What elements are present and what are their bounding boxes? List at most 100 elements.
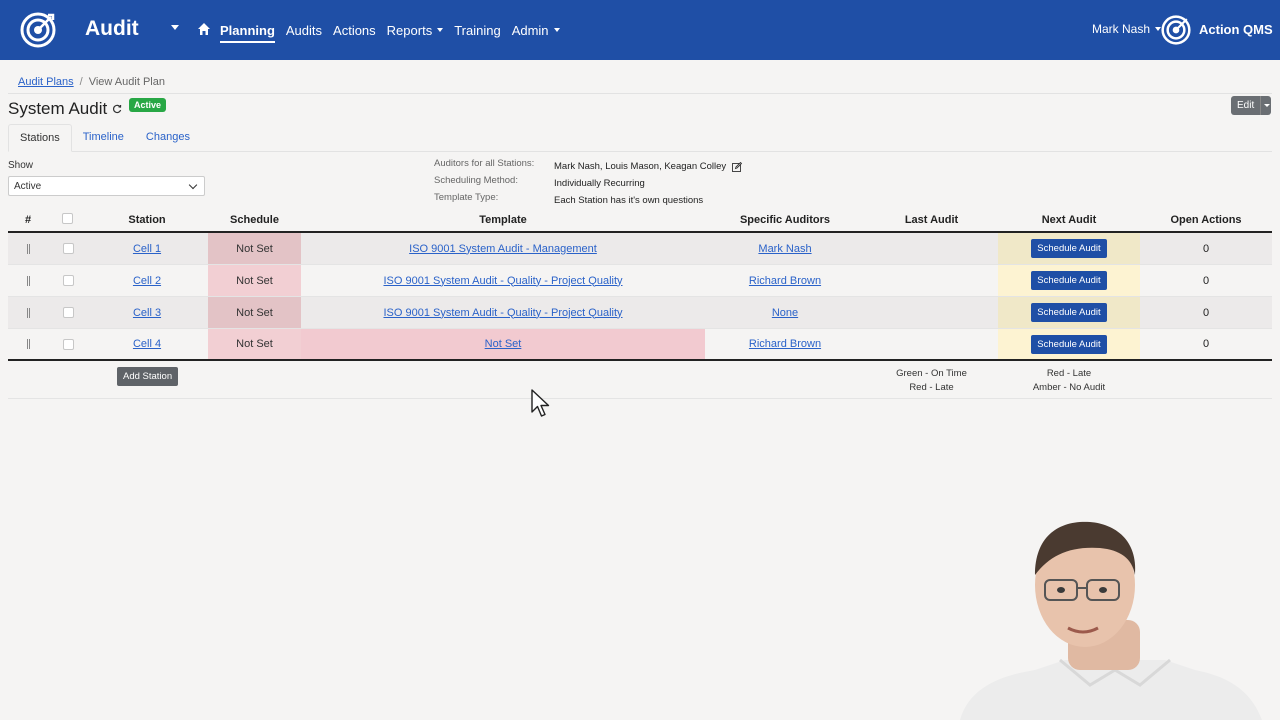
station-link[interactable]: Cell 2 <box>133 275 161 287</box>
info-key: Scheduling Method: <box>434 175 518 186</box>
breadcrumb-bar: Audit Plans / View Audit Plan <box>8 68 1272 94</box>
breadcrumb-current: View Audit Plan <box>88 76 165 88</box>
auditor-link[interactable]: Mark Nash <box>758 243 811 255</box>
col-last-audit: Last Audit <box>904 214 959 226</box>
col-next-audit: Next Audit <box>1041 214 1097 226</box>
drag-handle-icon[interactable] <box>22 297 34 328</box>
auditor-link[interactable]: Richard Brown <box>749 275 821 287</box>
schedule-cell[interactable]: Not Set <box>208 329 301 359</box>
last-audit-cell <box>865 329 998 359</box>
nav-planning-label: Planning <box>220 22 275 38</box>
station-link[interactable]: Cell 4 <box>133 338 161 350</box>
col-schedule: Schedule <box>230 214 279 226</box>
nav-training[interactable]: Training <box>454 0 500 60</box>
app-title[interactable]: Audit <box>85 17 139 41</box>
refresh-icon[interactable] <box>112 104 122 114</box>
status-badge: Active <box>129 98 167 112</box>
tab-stations[interactable]: Stations <box>8 124 72 152</box>
edit-button[interactable]: Edit <box>1231 96 1261 115</box>
open-actions-count: 0 <box>1202 242 1210 255</box>
schedule-cell[interactable]: Not Set <box>208 297 301 328</box>
row-checkbox[interactable] <box>62 297 74 328</box>
col-open-actions: Open Actions <box>1170 214 1242 226</box>
app-switcher-caret-icon[interactable] <box>171 25 179 30</box>
next-audit-cell: Schedule Audit <box>998 297 1140 328</box>
drag-handle-icon[interactable] <box>22 233 34 264</box>
user-name: Mark Nash <box>1092 22 1151 36</box>
open-actions-count: 0 <box>1202 306 1210 319</box>
legend-item: Red - Late <box>909 382 954 393</box>
last-audit-cell <box>865 297 998 328</box>
schedule-cell[interactable]: Not Set <box>208 233 301 264</box>
edit-pencil-icon[interactable] <box>732 161 743 172</box>
nav-audits-label: Audits <box>285 22 323 38</box>
col-number: # <box>24 214 32 226</box>
nav-admin-label: Admin <box>511 22 549 38</box>
info-key: Auditors for all Stations: <box>434 158 535 169</box>
tab-timeline[interactable]: Timeline <box>72 124 135 152</box>
show-filter-label: Show <box>8 160 34 171</box>
row-checkbox[interactable] <box>62 265 74 296</box>
schedule-audit-button[interactable]: Schedule Audit <box>1031 334 1107 354</box>
tab-changes[interactable]: Changes <box>135 124 201 152</box>
table-footer: Add Station Green - On Time Red - Late R… <box>8 361 1272 399</box>
legend-item: Green - On Time <box>896 368 967 379</box>
info-row-scheduling: Scheduling Method: Individually Recurrin… <box>434 175 742 192</box>
col-template: Template <box>479 214 527 226</box>
info-row-auditors: Auditors for all Stations: Mark Nash, Lo… <box>434 158 743 175</box>
schedule-audit-button[interactable]: Schedule Audit <box>1031 271 1107 290</box>
nav-reports-label: Reports <box>386 22 433 38</box>
template-link[interactable]: ISO 9001 System Audit - Quality - Projec… <box>383 275 622 287</box>
plan-info: Auditors for all Stations: Mark Nash, Lo… <box>434 158 743 209</box>
last-audit-cell <box>865 233 998 264</box>
station-link[interactable]: Cell 1 <box>133 243 161 255</box>
page-title-text: System Audit <box>8 99 108 118</box>
tab-bar: Stations Timeline Changes <box>8 124 1272 152</box>
schedule-cell[interactable]: Not Set <box>208 265 301 296</box>
col-specific-auditors: Specific Auditors <box>739 214 831 226</box>
open-actions-count: 0 <box>1202 338 1210 350</box>
nav-admin[interactable]: Admin <box>512 0 560 60</box>
table-row: Cell 3 Not Set ISO 9001 System Audit - Q… <box>8 297 1272 329</box>
auditor-link[interactable]: Richard Brown <box>749 338 821 350</box>
auditor-link[interactable]: None <box>772 307 798 319</box>
next-audit-legend: Red - Late Amber - No Audit <box>998 367 1140 395</box>
next-audit-cell: Schedule Audit <box>998 233 1140 264</box>
drag-handle-icon[interactable] <box>22 329 34 359</box>
edit-button-group: Edit <box>1231 96 1272 115</box>
row-checkbox[interactable] <box>62 329 74 359</box>
drag-handle-icon[interactable] <box>22 265 34 296</box>
page-title: System Audit <box>8 99 122 119</box>
presenter-webcam-overlay <box>960 521 1262 720</box>
open-actions-count: 0 <box>1202 274 1210 287</box>
template-link[interactable]: ISO 9001 System Audit - Management <box>409 243 597 255</box>
mouse-cursor-icon <box>531 389 550 417</box>
chevron-down-icon <box>188 180 198 190</box>
show-filter-select[interactable]: Active <box>8 176 205 196</box>
info-value: Mark Nash, Louis Mason, Keagan Colley <box>554 158 743 175</box>
row-checkbox[interactable] <box>62 233 74 264</box>
add-station-button[interactable]: Add Station <box>117 367 179 386</box>
nav-planning[interactable]: Planning <box>220 0 275 60</box>
template-link[interactable]: Not Set <box>485 338 522 350</box>
edit-dropdown-toggle[interactable] <box>1260 96 1272 115</box>
info-key: Template Type: <box>434 192 499 203</box>
info-row-template-type: Template Type: Each Station has it's own… <box>434 192 742 209</box>
select-all-checkbox[interactable] <box>62 213 73 224</box>
breadcrumb-audit-plans[interactable]: Audit Plans <box>18 76 74 88</box>
breadcrumb: Audit Plans / View Audit Plan <box>18 76 165 88</box>
user-menu[interactable]: Mark Nash <box>1092 22 1162 36</box>
show-filter-value: Active <box>14 181 42 192</box>
nav-actions[interactable]: Actions <box>333 0 376 60</box>
schedule-audit-button[interactable]: Schedule Audit <box>1031 303 1107 322</box>
top-navbar: Audit Planning Audits Actions Reports Tr… <box>0 0 1280 60</box>
nav-reports[interactable]: Reports <box>387 0 444 60</box>
home-icon[interactable] <box>197 22 211 36</box>
template-link[interactable]: ISO 9001 System Audit - Quality - Projec… <box>383 307 622 319</box>
schedule-audit-button[interactable]: Schedule Audit <box>1031 239 1107 258</box>
brand-name: Action QMS <box>1199 22 1273 37</box>
station-link[interactable]: Cell 3 <box>133 307 161 319</box>
nav-audits[interactable]: Audits <box>286 0 322 60</box>
target-logo-icon[interactable] <box>20 12 56 48</box>
last-audit-legend: Green - On Time Red - Late <box>865 367 998 395</box>
